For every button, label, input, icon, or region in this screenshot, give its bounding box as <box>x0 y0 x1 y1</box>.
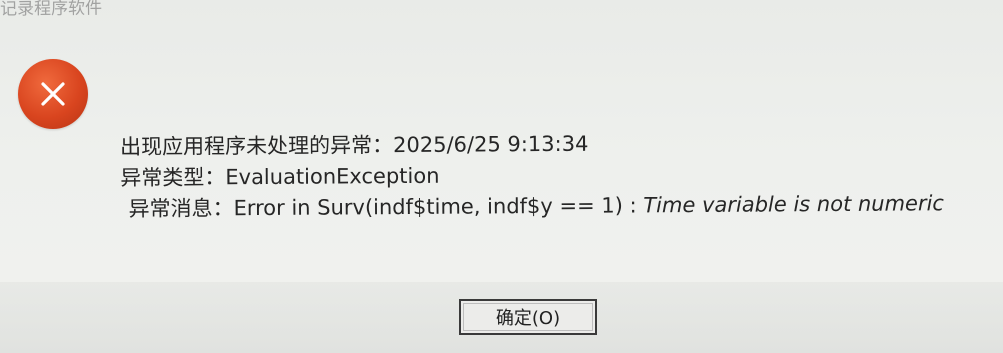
close-x-glyph-icon <box>41 82 65 106</box>
error-dialog: 记录程序软件 出现应用程序未处理的异常：2025/6/25 9:13:34 异常… <box>0 0 1003 353</box>
error-message: 出现应用程序未处理的异常：2025/6/25 9:13:34 异常类型：Eval… <box>120 126 991 225</box>
exception-message-prefix: 异常消息：Error in Surv(indf$time, indf$y == … <box>128 193 644 221</box>
error-x-icon <box>18 59 88 129</box>
ok-button[interactable]: 确定(O) <box>459 299 597 335</box>
exception-message-detail: Time variable is not numeric <box>643 191 945 218</box>
exception-message-line: 异常消息：Error in Surv(indf$time, indf$y == … <box>120 188 990 225</box>
window-title: 记录程序软件 <box>0 0 103 20</box>
